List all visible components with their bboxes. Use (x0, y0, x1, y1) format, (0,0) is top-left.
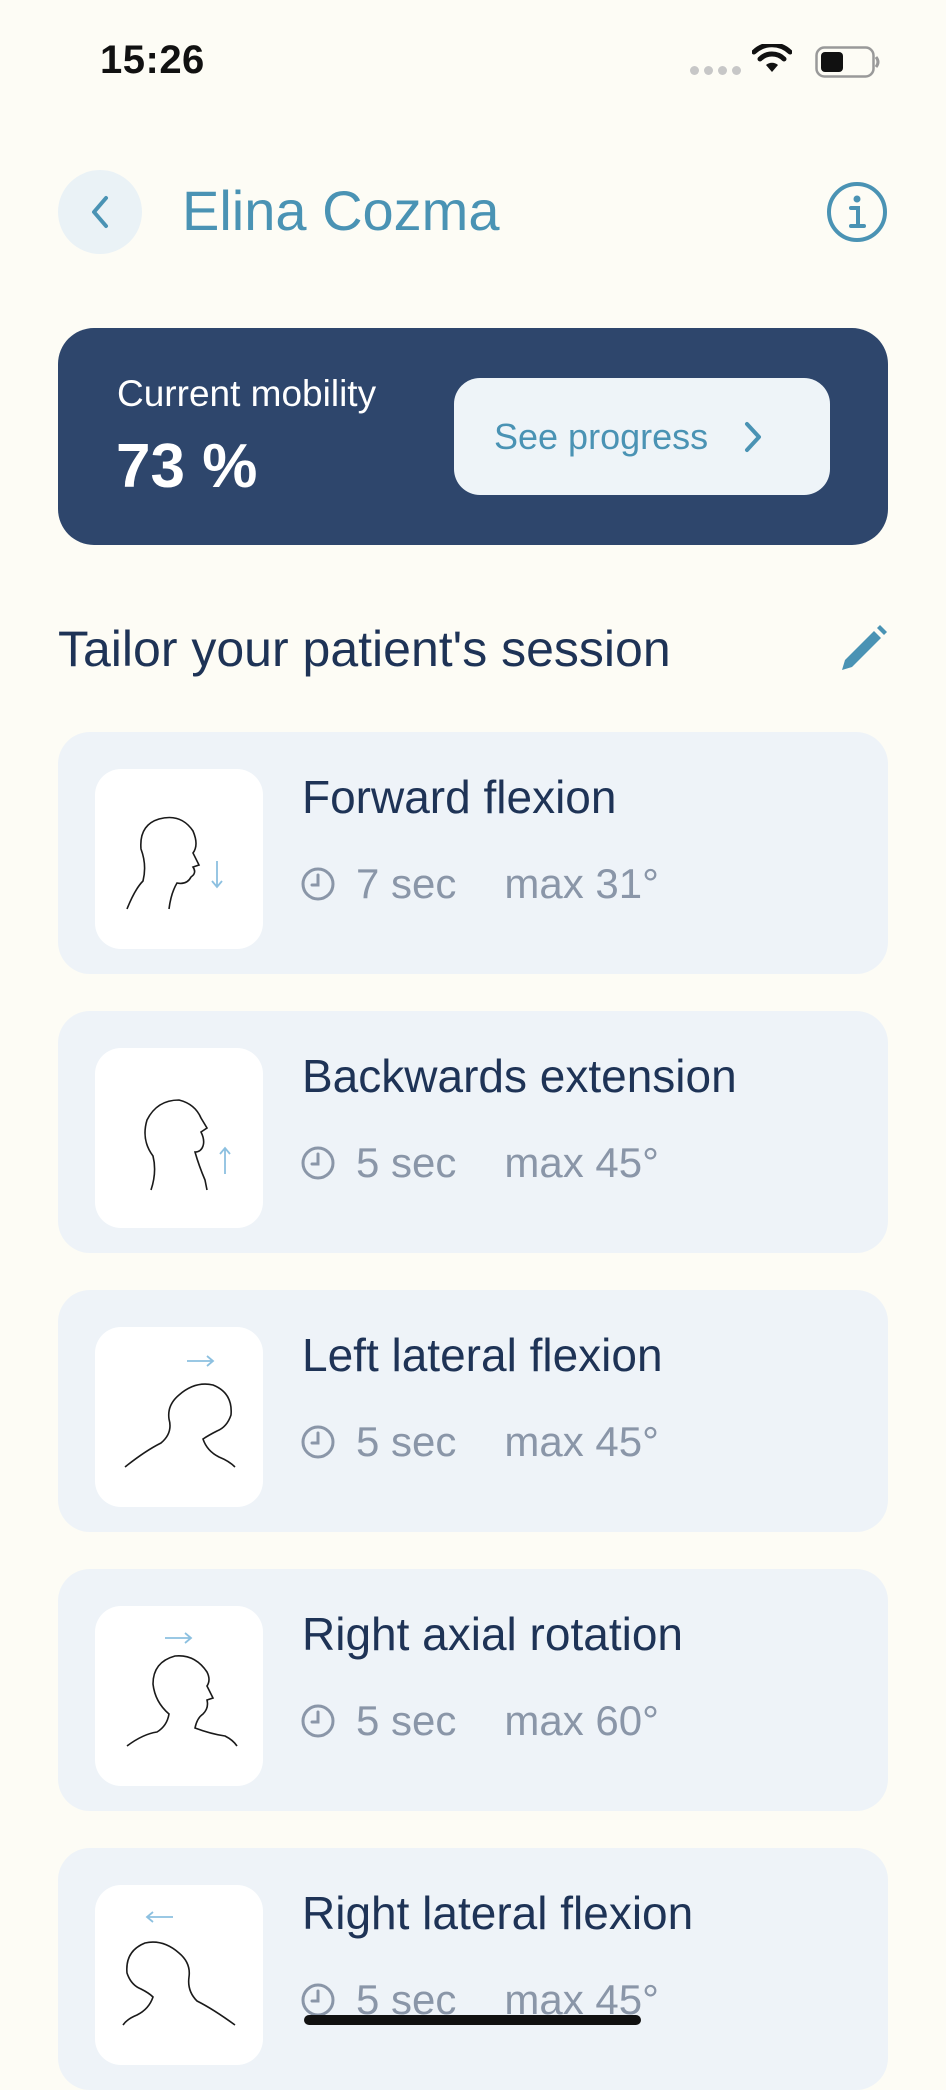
right-lateral-flexion-illustration (95, 1885, 263, 2065)
mobility-label: Current mobility (117, 373, 377, 414)
exercise-max-angle: max 31° (504, 860, 659, 907)
clock-icon (300, 866, 336, 902)
session-title: Tailor your patient's session (58, 621, 671, 677)
exercise-card-right-axial-rotation[interactable]: Right axial rotation 5 sec max 60° (58, 1569, 888, 1811)
chevron-right-icon (742, 419, 764, 455)
backwards-extension-illustration (95, 1048, 263, 1228)
clock-icon (300, 1145, 336, 1181)
see-progress-label: See progress (494, 415, 709, 457)
exercise-max-angle: max 45° (504, 1418, 659, 1465)
exercise-max-angle: max 45° (504, 1139, 659, 1186)
exercise-meta: 5 sec max 45° (300, 1418, 659, 1466)
exercise-meta: 5 sec max 45° (300, 1139, 659, 1187)
exercise-card-forward-flexion[interactable]: Forward flexion 7 sec max 31° (58, 732, 888, 974)
exercise-name: Backwards extension (302, 1050, 737, 1102)
back-button[interactable] (58, 170, 142, 254)
exercise-meta: 7 sec max 31° (300, 860, 659, 908)
pencil-icon (842, 625, 887, 670)
chevron-left-icon (92, 196, 108, 228)
forward-flexion-illustration (95, 769, 263, 949)
exercise-max-angle: max 60° (504, 1697, 659, 1744)
exercise-duration: 5 sec (356, 1139, 457, 1186)
mobility-value: 73 % (116, 432, 258, 501)
exercise-card-right-lateral-flexion[interactable]: Right lateral flexion 5 sec max 45° (58, 1848, 888, 2090)
edit-session-button[interactable] (832, 620, 892, 680)
exercise-duration: 5 sec (356, 1697, 457, 1744)
exercise-duration: 5 sec (356, 1418, 457, 1465)
info-button[interactable] (826, 181, 888, 243)
status-time: 15:26 (100, 38, 205, 82)
info-circle-icon (827, 182, 887, 242)
exercise-card-left-lateral-flexion[interactable]: Left lateral flexion 5 sec max 45° (58, 1290, 888, 1532)
clock-icon (300, 1703, 336, 1739)
exercise-duration: 7 sec (356, 860, 457, 907)
page-title: Elina Cozma (182, 179, 500, 242)
cellular-signal-icon (690, 66, 741, 75)
right-axial-rotation-illustration (95, 1606, 263, 1786)
clock-icon (300, 1982, 336, 2018)
wifi-icon (751, 42, 793, 79)
exercise-card-backwards-extension[interactable]: Backwards extension 5 sec max 45° (58, 1011, 888, 1253)
exercise-name: Left lateral flexion (302, 1329, 663, 1381)
see-progress-button[interactable]: See progress (454, 378, 830, 495)
home-indicator (304, 2015, 641, 2025)
mobility-card: Current mobility 73 % See progress (58, 328, 888, 545)
exercise-name: Right lateral flexion (302, 1887, 694, 1939)
status-bar: 15:26 (0, 0, 946, 120)
battery-icon (815, 46, 881, 83)
left-lateral-flexion-illustration (95, 1327, 263, 1507)
exercise-meta: 5 sec max 60° (300, 1697, 659, 1745)
exercise-name: Forward flexion (302, 771, 617, 823)
exercise-name: Right axial rotation (302, 1608, 683, 1660)
clock-icon (300, 1424, 336, 1460)
